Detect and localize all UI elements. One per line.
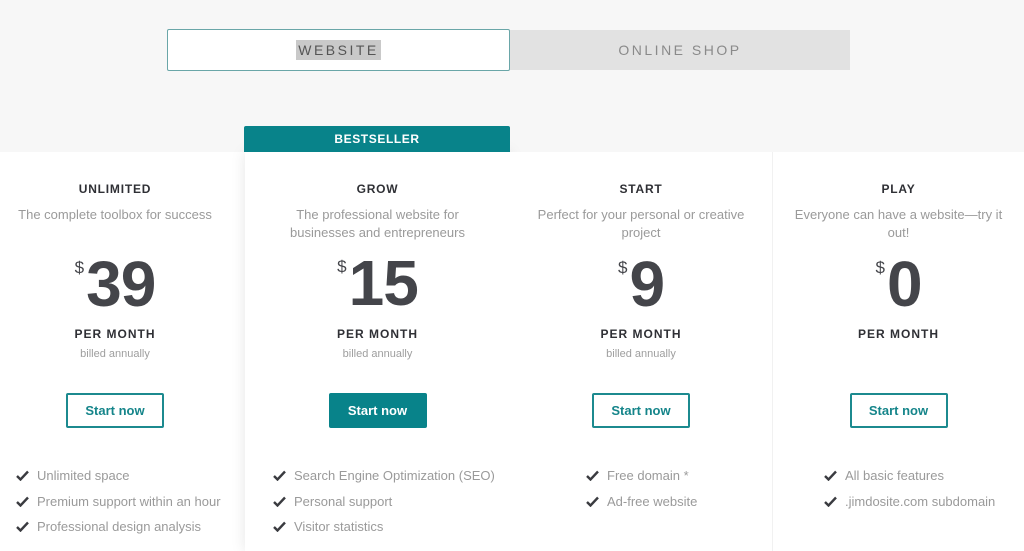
feature-label: Free domain * xyxy=(607,468,689,484)
feature-item: Unlimited space xyxy=(15,463,221,489)
tab-online-shop[interactable]: ONLINE SHOP xyxy=(510,30,850,70)
currency-symbol: $ xyxy=(337,257,347,276)
feature-label: Ad-free website xyxy=(607,493,698,509)
plan-price: $ 15 xyxy=(245,249,510,317)
plan-price: $ 0 xyxy=(773,250,1024,318)
check-icon xyxy=(15,521,29,533)
billing-note: billed annually xyxy=(80,348,150,360)
check-icon xyxy=(15,496,29,507)
feature-label: Professional design analysis xyxy=(37,519,202,535)
price-period: PER MONTH xyxy=(858,327,939,341)
plan-name: START xyxy=(619,182,663,196)
check-icon xyxy=(15,470,29,482)
feature-item: Premium support within an hour xyxy=(15,489,221,515)
feature-label: Premium support within an hour xyxy=(37,493,221,509)
tab-website-label: WEBSITE xyxy=(296,40,381,60)
feature-label: Visitor statistics xyxy=(294,519,384,535)
price-amount: 15 xyxy=(348,247,419,319)
feature-item: Visitor statistics xyxy=(272,514,495,540)
check-icon xyxy=(272,496,286,507)
product-type-toggle: WEBSITE ONLINE SHOP xyxy=(167,29,850,71)
plan-card-grow: GROW The professional website for busine… xyxy=(245,152,510,551)
price-amount: 39 xyxy=(86,248,156,320)
start-now-button[interactable]: Start now xyxy=(328,393,427,428)
currency-symbol: $ xyxy=(74,258,85,277)
check-icon xyxy=(272,470,286,482)
price-amount: 0 xyxy=(886,248,923,320)
start-now-button[interactable]: Start now xyxy=(849,393,948,428)
plan-description: Perfect for your personal or creative pr… xyxy=(537,207,745,240)
plan-price: $ 9 xyxy=(510,250,772,318)
billing-note: billed annually xyxy=(606,348,676,360)
price-period: PER MONTH xyxy=(337,327,418,341)
price-amount: 9 xyxy=(629,248,665,320)
billing-note: billed annually xyxy=(342,348,413,360)
feature-list: Unlimited space Premium support within a… xyxy=(15,463,221,540)
plan-description: The professional website for businesses … xyxy=(290,207,465,240)
start-now-button[interactable]: Start now xyxy=(592,393,690,428)
feature-list: Search Engine Optimization (SEO) Persona… xyxy=(272,463,495,540)
plan-description: The complete toolbox for success xyxy=(18,207,212,222)
check-icon xyxy=(272,521,286,533)
plan-card-start: START Perfect for your personal or creat… xyxy=(510,152,772,551)
feature-label: Unlimited space xyxy=(37,468,130,484)
feature-list: All basic features .jimdosite.com subdom… xyxy=(823,463,995,514)
tab-online-shop-label: ONLINE SHOP xyxy=(618,42,742,58)
feature-label: All basic features xyxy=(845,468,944,484)
feature-item: Professional design analysis xyxy=(15,514,221,540)
currency-symbol: $ xyxy=(617,258,628,277)
feature-label: Search Engine Optimization (SEO) xyxy=(294,468,495,484)
plan-name: GROW xyxy=(356,182,399,196)
plan-price: $ 39 xyxy=(0,250,230,318)
price-period: PER MONTH xyxy=(74,327,156,341)
tab-website[interactable]: WEBSITE xyxy=(167,29,510,71)
feature-item: .jimdosite.com subdomain xyxy=(823,489,995,515)
plan-card-play: PLAY Everyone can have a website—try it … xyxy=(772,152,1024,551)
feature-label: Personal support xyxy=(294,493,393,509)
plan-description: Everyone can have a website—try it out! xyxy=(794,207,1003,240)
check-icon xyxy=(585,496,599,507)
check-icon xyxy=(585,470,599,482)
plan-name: UNLIMITED xyxy=(78,182,152,196)
price-period: PER MONTH xyxy=(600,327,682,341)
feature-label: .jimdosite.com subdomain xyxy=(845,493,996,509)
check-icon xyxy=(823,496,837,507)
plan-name: PLAY xyxy=(881,182,916,196)
feature-item: All basic features xyxy=(823,463,995,489)
feature-item: Search Engine Optimization (SEO) xyxy=(272,463,495,489)
check-icon xyxy=(823,470,837,482)
feature-list: Free domain * Ad-free website xyxy=(585,463,697,514)
feature-item: Ad-free website xyxy=(585,489,697,515)
feature-item: Free domain * xyxy=(585,463,697,489)
currency-symbol: $ xyxy=(875,258,885,277)
plan-card-unlimited: UNLIMITED The complete toolbox for succe… xyxy=(0,152,230,551)
feature-item: Personal support xyxy=(272,489,495,515)
bestseller-badge: BESTSELLER xyxy=(244,126,510,152)
pricing-page: WEBSITE ONLINE SHOP UNLIMITED The comple… xyxy=(0,0,1024,551)
start-now-button[interactable]: Start now xyxy=(66,393,164,428)
